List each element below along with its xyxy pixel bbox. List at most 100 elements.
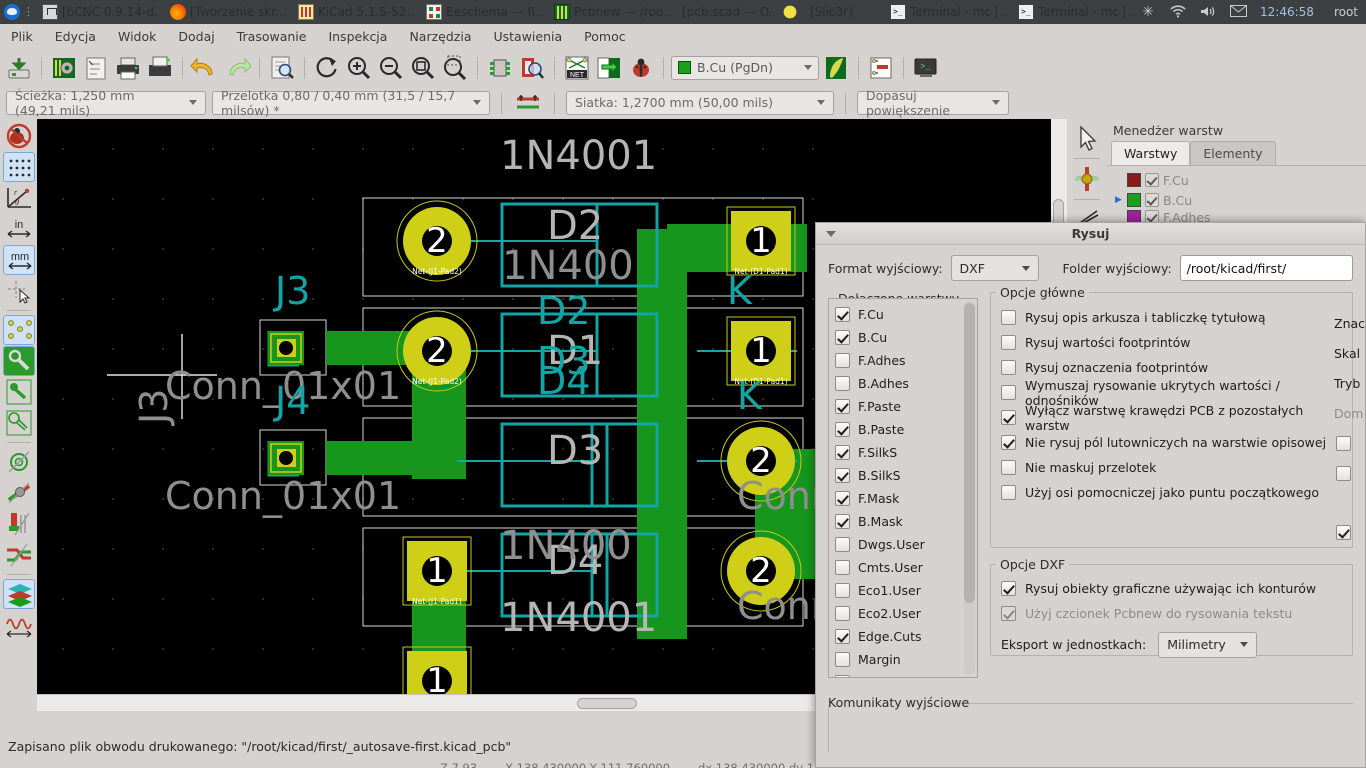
tab-warstwy[interactable]: Warstwy — [1111, 141, 1191, 165]
format-dropdown[interactable]: DXF — [950, 255, 1039, 281]
folder-input[interactable]: /root/kicad/first/ — [1179, 255, 1353, 281]
layer-checkbox-row[interactable]: B.SilkS — [835, 464, 977, 487]
menu-ustawienia[interactable]: Ustawienia — [482, 24, 573, 49]
grid-toggle-icon[interactable] — [2, 152, 35, 182]
cursor-shape-icon[interactable] — [3, 276, 35, 306]
option-row-plot-frame[interactable]: Rysuj opis arkusza i tabliczkę tytułową — [1001, 305, 1344, 330]
layer-checkbox[interactable] — [835, 560, 850, 575]
option-row-force-hidden[interactable]: Wymuszaj rysowanie ukrytych wartości / o… — [1001, 378, 1344, 408]
via-sketch-icon[interactable] — [3, 447, 35, 477]
zone-outline-icon[interactable] — [3, 377, 35, 407]
menu-edycja[interactable]: Edycja — [44, 24, 107, 49]
layer-checkbox-row[interactable]: Margin — [835, 648, 977, 671]
layer-checkbox[interactable] — [835, 307, 850, 322]
layer-row-bcu[interactable]: ▶ B.Cu — [1115, 190, 1366, 210]
option-row-no-via-mask[interactable]: Nie maskuj przelotek — [1001, 455, 1344, 480]
refresh-icon[interactable] — [312, 53, 342, 83]
hscroll-thumb[interactable] — [577, 698, 637, 709]
mail-icon[interactable] — [1230, 5, 1248, 19]
zoom-out-icon[interactable] — [376, 53, 406, 83]
layer-checkbox-row[interactable]: Cmts.User — [835, 556, 977, 579]
highlight-net-icon[interactable] — [821, 53, 851, 83]
zone-sketch-icon[interactable] — [3, 408, 35, 438]
units-mm-icon[interactable]: mm — [2, 245, 35, 275]
layer-checkbox-row[interactable]: F.CrtYd — [835, 671, 977, 677]
find-icon[interactable] — [267, 53, 297, 83]
layer-checkbox-row[interactable]: F.Adhes — [835, 349, 977, 372]
redo-icon[interactable] — [222, 53, 252, 83]
units-dropdown[interactable]: Milimetry — [1158, 631, 1257, 658]
taskbar-item-terminal-2[interactable]: Terminal - mc [... — [1012, 0, 1140, 24]
taskbar-item-slic3r[interactable]: [Slic3r] — [804, 0, 859, 24]
drc-icon[interactable] — [626, 53, 656, 83]
option-checkbox[interactable] — [1001, 335, 1016, 350]
menu-trasowanie[interactable]: Trasowanie — [226, 24, 318, 49]
tab-elementy[interactable]: Elementy — [1190, 141, 1276, 165]
option-row-no-pads-silk[interactable]: Nie rysuj pól lutowniczych na warstwie o… — [1001, 430, 1344, 455]
menu-widok[interactable]: Widok — [107, 24, 167, 49]
wifi-icon[interactable] — [1170, 5, 1186, 19]
option-checkbox[interactable] — [1001, 435, 1016, 450]
option-row-aux-origin[interactable]: Użyj osi pomocniczej jako puntu początko… — [1001, 480, 1344, 505]
footprint-viewer-icon[interactable] — [517, 53, 547, 83]
layer-color-swatch[interactable] — [1127, 173, 1141, 187]
layer-checkbox[interactable] — [835, 353, 850, 368]
option-checkbox[interactable] — [1001, 581, 1016, 596]
print-icon[interactable] — [113, 53, 143, 83]
layer-checkbox-row[interactable]: Eco2.User — [835, 602, 977, 625]
layer-color-swatch[interactable] — [1127, 193, 1141, 207]
local-ratsnest-icon[interactable] — [866, 53, 896, 83]
netlist-icon[interactable]: NET — [562, 53, 592, 83]
layer-checkbox-row[interactable]: F.Mask — [835, 487, 977, 510]
plot-icon[interactable] — [145, 53, 175, 83]
zoom-area-icon[interactable] — [440, 53, 470, 83]
layer-checkbox-row[interactable]: F.Cu — [835, 303, 977, 326]
layer-visibility-checkbox[interactable] — [1145, 193, 1159, 207]
layer-checkbox-row[interactable]: F.Paste — [835, 395, 977, 418]
layer-checkbox-row[interactable]: B.Cu — [835, 326, 977, 349]
page-settings-icon[interactable] — [81, 53, 111, 83]
messages-area[interactable] — [828, 706, 1353, 752]
layer-checkbox-row[interactable]: Eco1.User — [835, 579, 977, 602]
menu-plik[interactable]: Plik — [0, 24, 44, 49]
option-row-exclude-edge[interactable]: Wyłącz warstwę krawędzi PCB z pozostałyc… — [1001, 403, 1344, 433]
layer-checkbox[interactable] — [835, 606, 850, 621]
highlight-net-tool-icon[interactable] — [1071, 164, 1103, 194]
select-cursor-icon[interactable] — [1071, 123, 1103, 153]
layers-scrollbar[interactable] — [964, 301, 975, 675]
layer-checkbox-row[interactable]: F.SilkS — [835, 441, 977, 464]
layer-checkbox[interactable] — [835, 491, 850, 506]
layer-checkbox[interactable] — [835, 675, 850, 677]
active-layer-selector[interactable]: B.Cu (PgDn) — [671, 55, 819, 80]
layer-checkbox[interactable] — [835, 629, 850, 644]
taskbar-item-eeschema[interactable]: Eeschema — fi... — [420, 0, 548, 24]
option-checkbox[interactable] — [1001, 385, 1016, 400]
layer-contrast-icon[interactable] — [2, 579, 35, 609]
layer-checkbox-row[interactable]: B.Paste — [835, 418, 977, 441]
option-checkbox[interactable] — [1001, 310, 1016, 325]
option-checkbox[interactable] — [1001, 360, 1016, 375]
board-setup-icon[interactable] — [49, 53, 79, 83]
taskbar-item-bcnc[interactable]: [bCNC 0.9.14-d... — [36, 0, 164, 24]
menu-inspekcja[interactable]: Inspekcja — [317, 24, 398, 49]
bluetooth-icon[interactable]: ✳ — [1140, 5, 1156, 19]
graphic-sketch-icon[interactable] — [3, 540, 35, 570]
layer-checkbox[interactable] — [835, 376, 850, 391]
layer-checkbox[interactable] — [835, 583, 850, 598]
menu-narzedzia[interactable]: Narzędzia — [398, 24, 482, 49]
ratsnest-icon[interactable] — [2, 315, 35, 345]
layer-checkbox-row[interactable]: Dwgs.User — [835, 533, 977, 556]
taskbar-item-terminal-1[interactable]: Terminal - mc [... — [884, 0, 1012, 24]
layer-checkbox[interactable] — [835, 537, 850, 552]
units-inch-icon[interactable]: in — [3, 214, 35, 244]
track-sketch-icon[interactable] — [3, 509, 35, 539]
taskbar-item-firefox[interactable]: [Tworzenie skr... — [164, 0, 292, 24]
option-row-dxf-outline[interactable]: Rysuj obiekty graficzne używając ich kon… — [1001, 576, 1344, 601]
taskbar-item-pcbnew[interactable]: Pcbnew — /roo... — [548, 0, 676, 24]
volume-icon[interactable] — [1200, 5, 1216, 19]
layer-checkbox[interactable] — [835, 399, 850, 414]
grid-selector[interactable]: Siatka: 1,2700 mm (50,00 mils) — [566, 90, 834, 115]
footprint-editor-icon[interactable] — [485, 53, 515, 83]
option-row-plot-values[interactable]: Rysuj wartości footprintów — [1001, 330, 1344, 355]
start-menu-icon[interactable] — [4, 4, 20, 20]
